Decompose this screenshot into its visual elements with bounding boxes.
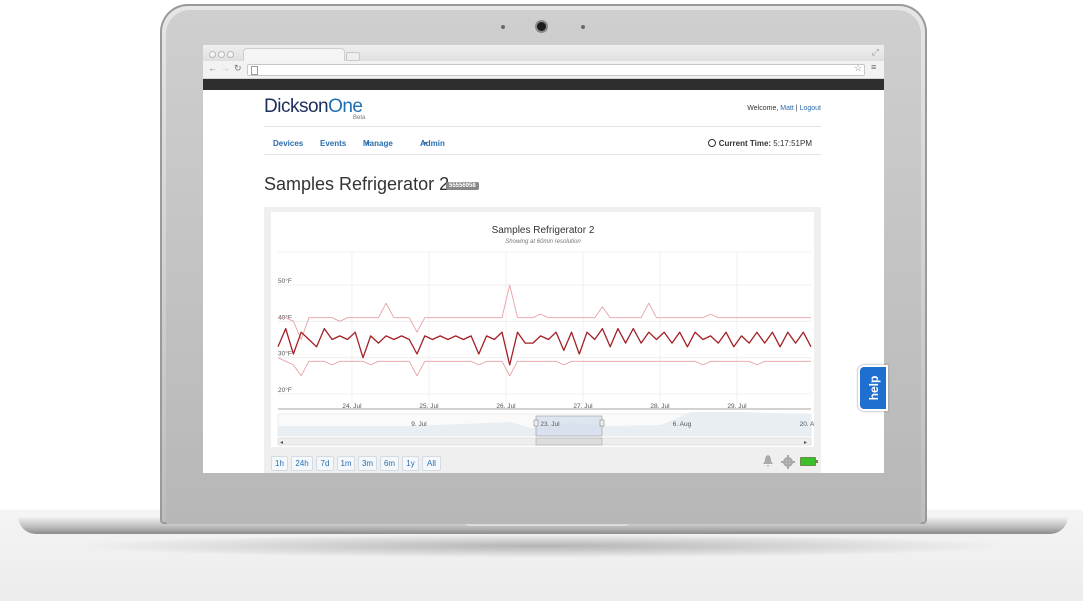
x-tick-label: 25. Jul <box>419 403 439 410</box>
y-tick-label: 20°F <box>278 386 292 394</box>
range-button-24h[interactable]: 24h <box>291 456 313 471</box>
x-tick-label: 28. Jul <box>650 403 670 410</box>
window-close-button[interactable] <box>209 51 216 58</box>
chart-area: Samples Refrigerator 2 Showing at 60min … <box>271 212 814 447</box>
app-top-bar <box>203 79 884 90</box>
navigator-handle-right[interactable] <box>599 419 605 427</box>
range-button-1y[interactable]: 1y <box>402 456 419 471</box>
window-zoom-button[interactable] <box>227 51 234 58</box>
chart-title: Samples Refrigerator 2 <box>492 225 595 236</box>
x-tick-label: 26. Jul <box>496 403 516 410</box>
upper-series-line <box>278 284 811 340</box>
chart-subtitle: Showing at 60min resolution <box>505 239 581 245</box>
x-tick-label: 29. Jul <box>727 403 747 410</box>
lower-series-line <box>277 357 811 377</box>
nav-admin-dropdown[interactable]: Admin <box>420 139 445 148</box>
nav-manage-dropdown[interactable]: Manage <box>363 139 393 148</box>
page-title: Samples Refrigerator 2 <box>264 174 450 194</box>
y-tick-label: 30°F <box>278 350 292 358</box>
scrollbar-thumb[interactable] <box>535 437 603 446</box>
sensor-dot <box>501 25 505 29</box>
welcome-text: Welcome, Matt | Logout <box>747 105 821 112</box>
nav-manage-label: Manage <box>363 139 393 148</box>
range-button-3m[interactable]: 3m <box>358 456 377 471</box>
browser-menu-icon[interactable]: ≡ <box>871 62 876 72</box>
navigator-label: 20. A <box>800 421 814 428</box>
navigator-label: 9. Jul <box>411 421 427 428</box>
range-button-6m[interactable]: 6m <box>380 456 399 471</box>
divider <box>264 126 821 127</box>
y-axis-ticks: 20°F30°F40°F50°F <box>278 277 292 394</box>
navigator-handle-left[interactable] <box>533 419 539 427</box>
help-label: help <box>867 375 881 401</box>
bookmark-star-icon[interactable]: ☆ <box>854 63 862 74</box>
beta-label: Beta <box>353 115 366 121</box>
current-time-value: 5:17:51PM <box>773 139 812 148</box>
window-minimize-button[interactable] <box>218 51 225 58</box>
browser-tab-strip: ⤢ <box>203 45 884 62</box>
camera-icon <box>537 22 546 31</box>
chart-series <box>277 284 812 377</box>
logo-text-one: One <box>328 96 363 117</box>
fullscreen-icon[interactable]: ⤢ <box>872 47 879 58</box>
range-button-7d[interactable]: 7d <box>316 456 334 471</box>
clock-icon <box>707 139 716 147</box>
temperature-chart[interactable]: Samples Refrigerator 2 Showing at 60min … <box>271 212 814 447</box>
nav-devices-label: Devices <box>273 139 304 148</box>
battery-icon <box>800 457 818 466</box>
user-link[interactable]: Matt <box>780 105 794 112</box>
navigator-label: 23. Jul <box>540 421 560 428</box>
gear-icon[interactable] <box>781 455 795 469</box>
help-tab[interactable]: help <box>858 365 888 411</box>
chart-panel: Samples Refrigerator 2 Showing at 60min … <box>264 207 821 473</box>
new-tab-button[interactable] <box>346 52 360 61</box>
scroll-left-icon[interactable]: ◂ <box>280 440 283 446</box>
logout-link[interactable]: Logout <box>800 105 821 112</box>
x-tick-label: 24. Jul <box>342 403 362 410</box>
nav-events-label: Events <box>320 139 347 148</box>
range-button-1m[interactable]: 1m <box>337 456 355 471</box>
laptop-shadow <box>70 534 1015 558</box>
current-time-label: Current Time: <box>718 139 772 148</box>
navigator-label: 6. Aug <box>673 421 692 428</box>
nav-admin-label: Admin <box>420 139 445 148</box>
page-icon <box>251 66 258 75</box>
range-button-all[interactable]: All <box>422 456 441 471</box>
serial-badge: 55556958 <box>446 182 479 190</box>
dicksonone-logo[interactable]: DicksonOne <box>264 96 363 118</box>
bell-icon[interactable] <box>763 455 773 467</box>
address-bar[interactable] <box>247 64 865 76</box>
divider <box>264 154 821 155</box>
temperature-series-line <box>277 327 812 366</box>
logo-text-dickson: Dickson <box>264 96 329 117</box>
forward-icon[interactable]: → <box>221 63 230 73</box>
laptop-screen: ⤢ ← → ↻ ☆ ≡ DicksonOne Beta Welcome, Mat… <box>203 45 884 473</box>
scroll-right-icon[interactable]: ▸ <box>804 440 807 446</box>
welcome-prefix: Welcome, <box>747 105 781 112</box>
browser-toolbar: ← → ↻ ☆ ≡ <box>203 61 884 79</box>
x-tick-label: 27. Jul <box>573 403 593 410</box>
sensor-dot <box>581 25 585 29</box>
y-tick-label: 50°F <box>278 277 292 285</box>
range-button-1h[interactable]: 1h <box>271 456 288 471</box>
reload-icon[interactable]: ↻ <box>234 63 242 74</box>
current-time: Current Time: 5:17:51PM <box>707 139 812 148</box>
back-icon[interactable]: ← <box>208 63 217 73</box>
browser-tab[interactable] <box>243 48 345 62</box>
chart-grid <box>278 251 811 405</box>
